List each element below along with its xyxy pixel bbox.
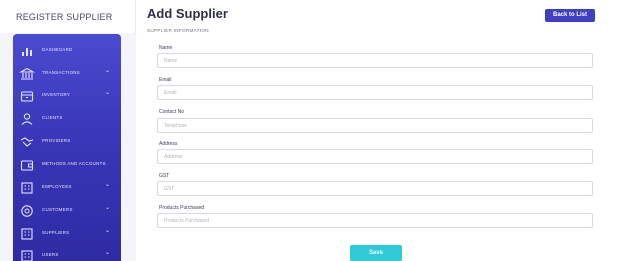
main-content: Add Supplier SUPPLIER INFORMATION Back t…	[136, 0, 618, 261]
save-button[interactable]: Save	[350, 245, 402, 261]
gst-label: GST	[159, 173, 170, 179]
brand-title: REGISTER SUPPLIER	[16, 12, 113, 22]
back-to-list-button[interactable]: Back to List	[545, 9, 595, 22]
sidebar-item-inventory[interactable]: INVENTORY ⌄	[13, 85, 121, 107]
app-root: REGISTER SUPPLIER DASHBOARD TRANSACTIONS…	[0, 0, 618, 261]
sidebar-item-transactions[interactable]: TRANSACTIONS ⌄	[13, 63, 121, 85]
building-icon	[19, 180, 35, 196]
sidebar-item-label: CLIENTS	[42, 115, 63, 120]
sidebar-item-label: PROVIDERS	[42, 138, 71, 143]
chevron-down-icon: ⌄	[105, 205, 111, 211]
email-field[interactable]	[157, 85, 593, 100]
building-icon	[19, 248, 35, 261]
gst-field[interactable]	[157, 181, 593, 196]
products-purchased-field[interactable]	[157, 213, 593, 228]
sidebar-item-label: INVENTORY	[42, 92, 71, 97]
wallet-icon	[19, 157, 35, 173]
sidebar-item-label: CUSTOMERS	[42, 207, 73, 212]
sidebar-item-label: USERS	[42, 252, 59, 257]
chevron-down-icon: ⌄	[105, 90, 111, 96]
sidebar-item-label: SUPPLIERS	[42, 230, 70, 235]
sidebar-item-suppliers[interactable]: SUPPLIERS ⌄	[13, 223, 121, 245]
sidebar: DASHBOARD TRANSACTIONS ⌄ INVENTORY ⌄ CLI…	[13, 34, 121, 261]
building-icon	[19, 226, 35, 242]
section-subtitle: SUPPLIER INFORMATION	[147, 28, 209, 33]
page-title: Add Supplier	[147, 6, 228, 21]
sidebar-item-dashboard[interactable]: DASHBOARD	[13, 40, 121, 62]
target-icon	[19, 203, 35, 219]
products-purchased-label: Products Purchased	[159, 205, 205, 211]
chevron-down-icon: ⌄	[105, 250, 111, 256]
chevron-down-icon: ⌄	[105, 68, 111, 74]
contact-no-label: Contact No	[159, 109, 185, 115]
telephone-field[interactable]	[157, 118, 593, 133]
brand-header: REGISTER SUPPLIER	[0, 0, 136, 33]
name-field[interactable]	[157, 53, 593, 68]
sidebar-item-label: EMPLOYEES	[42, 184, 72, 189]
chart-icon	[19, 43, 35, 59]
box-icon	[19, 88, 35, 104]
sidebar-item-users[interactable]: USERS ⌄	[13, 245, 121, 261]
sidebar-item-label: METHODS AND ACCOUNTS	[42, 161, 106, 166]
address-label: Address	[159, 141, 178, 147]
sidebar-item-customers[interactable]: CUSTOMERS ⌄	[13, 200, 121, 222]
sidebar-item-providers[interactable]: PROVIDERS	[13, 131, 121, 153]
sidebar-item-employees[interactable]: EMPLOYEES ⌄	[13, 177, 121, 199]
user-icon	[19, 111, 35, 127]
email-label: Email	[159, 77, 172, 83]
name-label: Name	[159, 45, 173, 51]
bank-icon	[18, 66, 36, 82]
sidebar-item-clients[interactable]: CLIENTS	[13, 108, 121, 130]
sidebar-item-methods-and-accounts[interactable]: METHODS AND ACCOUNTS	[13, 154, 121, 176]
sidebar-item-label: TRANSACTIONS	[42, 70, 80, 75]
chevron-down-icon: ⌄	[105, 182, 111, 188]
address-field[interactable]	[157, 149, 593, 164]
handshake-icon	[19, 134, 35, 150]
chevron-down-icon: ⌄	[105, 228, 111, 234]
sidebar-item-label: DASHBOARD	[42, 47, 73, 52]
